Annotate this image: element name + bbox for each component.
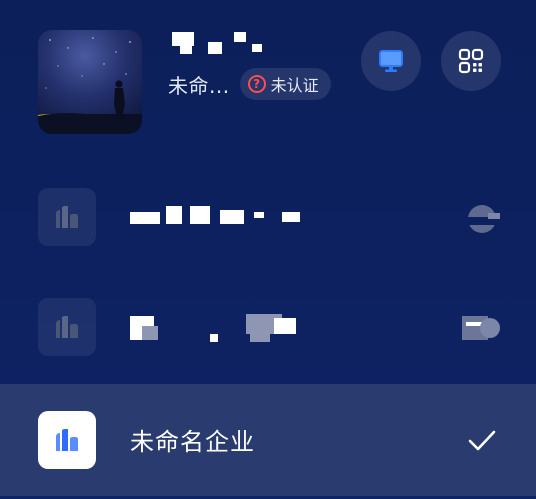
enterprise-logo-icon (56, 429, 78, 451)
avatar[interactable] (38, 30, 142, 134)
enterprise-logo-icon (56, 206, 78, 228)
qr-code-icon (458, 48, 484, 74)
desktop-button[interactable] (361, 31, 421, 91)
company-short-name: 未命... (168, 73, 230, 98)
enterprise-logo (38, 411, 96, 469)
user-name-redacted (168, 28, 278, 58)
enterprise-switcher-panel: 未命... ? 未认证 未命名企业 (0, 0, 536, 499)
monitor-icon (379, 50, 403, 72)
company-subline: 未命... ? 未认证 (168, 68, 331, 100)
verify-status-text: 未认证 (270, 76, 319, 95)
enterprise-logo-icon (56, 316, 78, 338)
qr-code-button[interactable] (441, 31, 501, 91)
enterprise-name: 未命名企业 (130, 428, 255, 456)
enterprise-item[interactable] (0, 272, 536, 382)
check-icon (468, 430, 496, 451)
verify-status-badge[interactable]: ? 未认证 (239, 68, 331, 100)
enterprise-name-redacted (130, 312, 310, 342)
question-circle-icon: ? (247, 75, 266, 93)
profile-header: 未命... ? 未认证 (0, 0, 536, 160)
enterprise-logo (38, 188, 96, 246)
enterprise-name-redacted (130, 202, 310, 232)
night-sky-person-photo (38, 30, 142, 134)
enterprise-status-redacted (462, 306, 502, 346)
enterprise-status-redacted (462, 199, 502, 239)
enterprise-item-selected[interactable]: 未命名企业 (0, 384, 536, 496)
enterprise-item[interactable] (0, 162, 536, 272)
enterprise-logo (38, 298, 96, 356)
